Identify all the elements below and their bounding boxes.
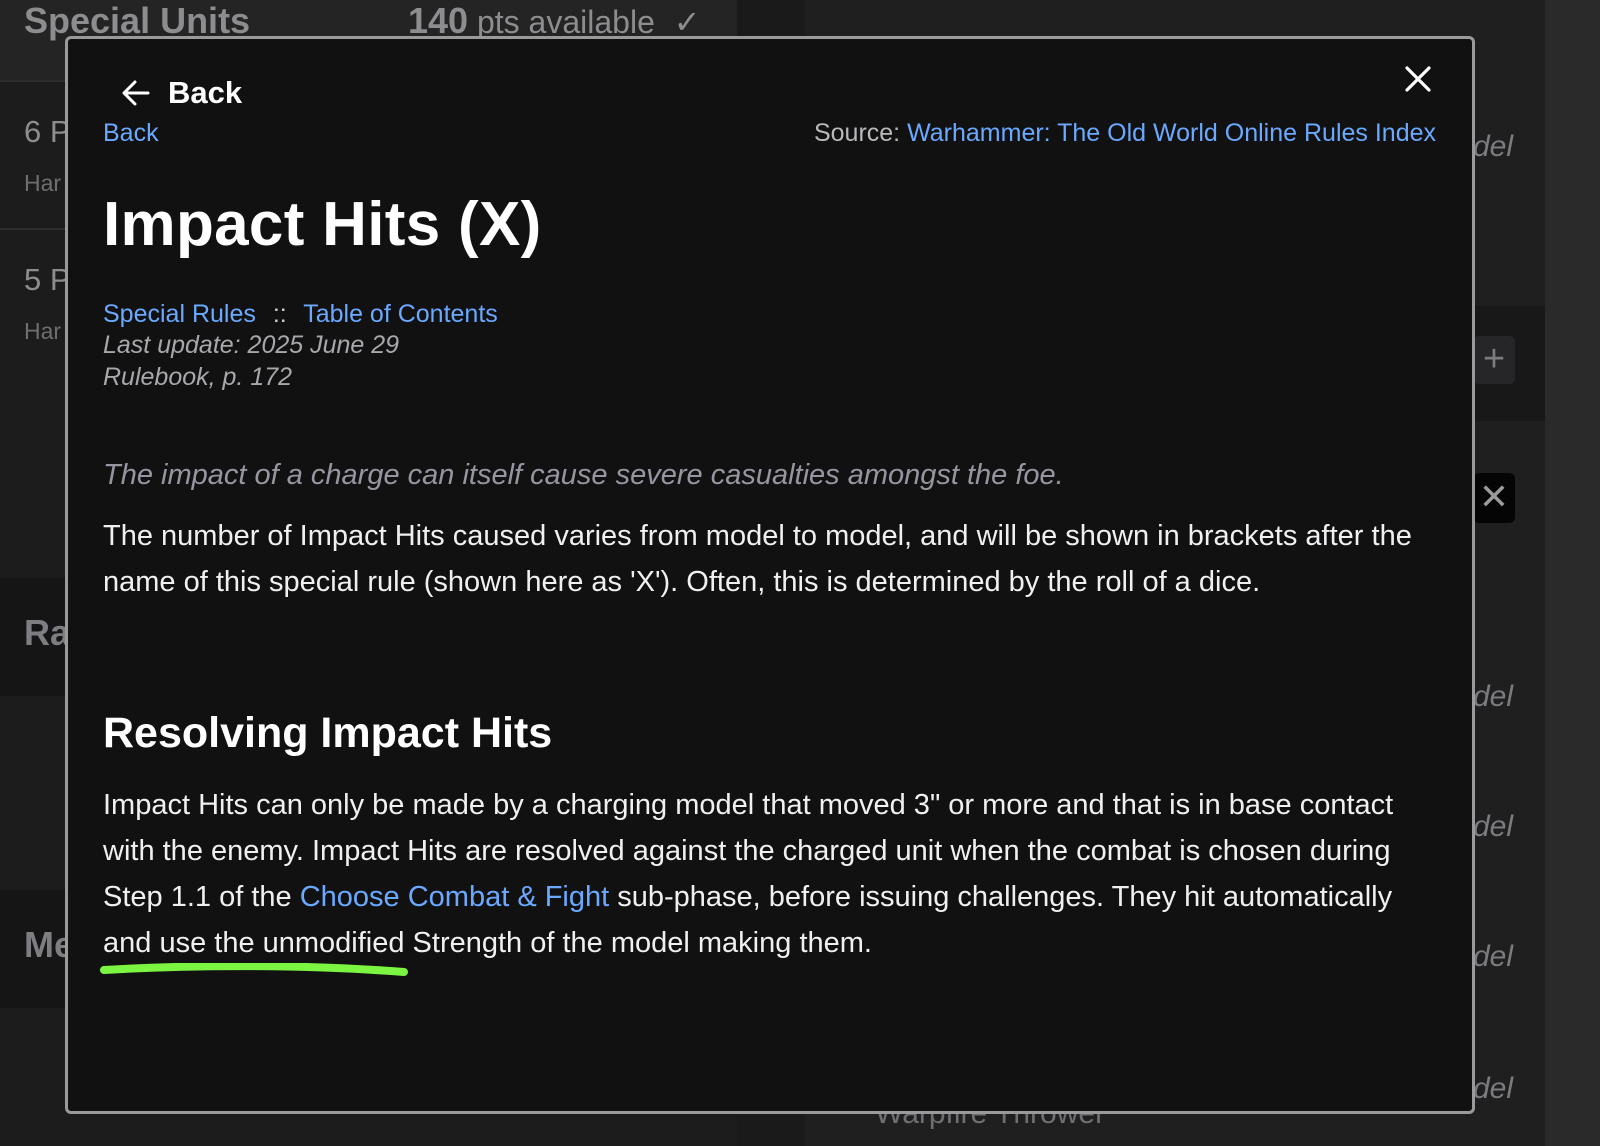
add-icon[interactable]: + <box>1473 336 1515 384</box>
breadcrumb-separator: :: <box>272 300 287 328</box>
points-label: pts available <box>476 4 655 40</box>
remove-icon[interactable]: ✕ <box>1473 473 1515 523</box>
last-update: Last update: 2025 June 29 <box>103 331 400 359</box>
flavor-text: The impact of a charge can itself cause … <box>103 459 1064 491</box>
model-label: del <box>1473 130 1514 163</box>
source-prefix: Source: <box>813 119 901 147</box>
model-label: del <box>1473 1072 1514 1105</box>
breadcrumb: Special Rules :: Table of Contents <box>103 300 498 329</box>
check-icon: ✓ <box>673 4 701 40</box>
unit-sub: Har <box>24 318 62 344</box>
page-title: Impact Hits (X) <box>103 190 542 259</box>
resolving-paragraph: Impact Hits can only be made by a chargi… <box>103 782 1433 966</box>
unit-count: 6 P <box>24 114 71 149</box>
back-button-label: Back <box>168 75 243 110</box>
intro-paragraph: The number of Impact Hits caused varies … <box>103 520 1412 598</box>
source-line: Source: Warhammer: The Old World Online … <box>814 119 1436 148</box>
breadcrumb-table-of-contents[interactable]: Table of Contents <box>303 300 498 328</box>
category-label: Ra <box>24 612 71 653</box>
unit-sub: Har <box>24 170 62 196</box>
source-link[interactable]: Warhammer: The Old World Online Rules In… <box>907 119 1436 147</box>
scrollbar-track[interactable] <box>1545 0 1600 1146</box>
back-link[interactable]: Back <box>103 119 159 148</box>
unit-count: 5 P <box>24 262 71 297</box>
model-label: del <box>1473 940 1514 973</box>
rule-detail-modal: Back Back Source: Warhammer: The Old Wor… <box>65 36 1475 1114</box>
choose-combat-fight-link[interactable]: Choose Combat & Fight <box>300 881 609 913</box>
model-label: del <box>1473 810 1514 843</box>
highlight-underline <box>100 963 408 976</box>
arrow-left-icon <box>120 77 152 109</box>
points-value: 140 <box>408 0 469 41</box>
back-button[interactable]: Back <box>120 73 242 113</box>
section-heading: Resolving Impact Hits <box>103 709 553 757</box>
breadcrumb-special-rules[interactable]: Special Rules <box>103 300 256 328</box>
model-label: del <box>1473 680 1514 713</box>
close-icon[interactable] <box>1398 59 1438 99</box>
page-reference: Rulebook, p. 172 <box>103 363 293 391</box>
